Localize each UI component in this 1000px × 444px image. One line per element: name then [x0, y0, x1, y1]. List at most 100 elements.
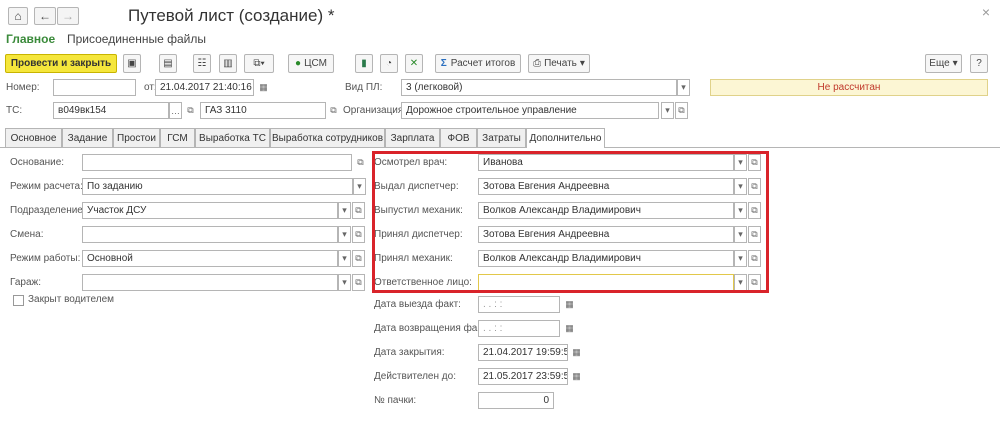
division-field[interactable]: Участок ДСУ [82, 202, 338, 219]
post-button[interactable]: ▤ [159, 54, 177, 73]
shift-label: Смена: [10, 229, 44, 240]
org-field[interactable]: Дорожное строительное управление [401, 102, 659, 119]
tab-additional[interactable]: Дополнительно [526, 128, 605, 148]
garage-open-button[interactable]: ⧉ [352, 274, 365, 291]
org-dropdown-button[interactable]: ▾ [661, 102, 674, 119]
date-field[interactable]: 21.04.2017 21:40:16 [155, 79, 254, 96]
close-button[interactable]: × [982, 4, 990, 20]
org-open-button[interactable]: ⧉ [675, 102, 688, 119]
section-files[interactable]: Присоединенные файлы [67, 32, 206, 46]
arrow-left-icon: ← [39, 9, 51, 23]
calc-totals-button[interactable]: Σ Расчет итогов [435, 54, 521, 73]
page-title: Путевой лист (создание) * [128, 6, 335, 25]
more-button[interactable]: Еще ▾ [925, 54, 962, 73]
tab-task[interactable]: Задание [62, 128, 113, 147]
depart-calendar-button[interactable]: ▦ [563, 296, 576, 313]
ts-open-button[interactable]: ⧉ [184, 102, 197, 119]
print-button[interactable]: ⎙ Печать ▾ [528, 54, 590, 73]
valid-until-field[interactable]: 21.05.2017 23:59:59 [478, 368, 568, 385]
close-date-calendar-button[interactable]: ▦ [570, 344, 583, 361]
chevron-down-icon: ▾ [579, 58, 585, 69]
shift-open-button[interactable]: ⧉ [352, 226, 365, 243]
return-calendar-button[interactable]: ▦ [563, 320, 576, 337]
report-button[interactable]: ▥ [219, 54, 237, 73]
type-label: Вид ПЛ: [345, 82, 383, 93]
arrow-right-icon: → [62, 9, 74, 23]
work-mode-label: Режим работы: [10, 253, 81, 264]
phone-button[interactable]: ▮ [355, 54, 373, 73]
create-based-button[interactable]: ⧉▾ [244, 54, 274, 73]
basis-field[interactable] [82, 154, 352, 171]
tab-fov[interactable]: ФОВ [440, 128, 477, 147]
calendar-icon: ▦ [259, 82, 268, 92]
depart-field[interactable]: . . : : [478, 296, 560, 313]
sigma-icon: Σ [440, 58, 447, 69]
home-button[interactable]: ⌂ [8, 7, 28, 25]
gauge-icon: ◔ [385, 58, 393, 69]
close-date-field[interactable]: 21.04.2017 19:59:59 [478, 344, 568, 361]
shift-dropdown[interactable]: ▾ [338, 226, 351, 243]
print-label: Печать [544, 58, 577, 69]
open-link-icon: ⧉ [678, 105, 685, 115]
open-link-icon: ⧉ [187, 105, 194, 115]
status-badge: Не рассчитан [710, 79, 988, 96]
calc-mode-field[interactable]: По заданию [82, 178, 353, 195]
csm-icon: ● [295, 58, 302, 69]
depart-label: Дата выезда факт: [374, 299, 461, 310]
closed-by-driver-checkbox[interactable] [13, 295, 24, 306]
open-link-icon: ⧉ [355, 229, 362, 239]
open-link-icon: ⧉ [357, 157, 364, 167]
tab-salary[interactable]: Зарплата [385, 128, 440, 147]
tab-employee-output[interactable]: Выработка сотрудников [270, 128, 385, 147]
return-field[interactable]: . . : : [478, 320, 560, 337]
garage-field[interactable] [82, 274, 338, 291]
division-open-button[interactable]: ⧉ [352, 202, 365, 219]
calc-mode-dropdown[interactable]: ▾ [353, 178, 366, 195]
basis-open-button[interactable]: ⧉ [354, 154, 367, 171]
back-button[interactable]: ← [34, 7, 56, 25]
pack-label: № пачки: [374, 395, 417, 406]
calendar-icon: ▦ [565, 299, 574, 309]
structure-button[interactable]: ☷ [193, 54, 211, 73]
closed-by-driver-label: Закрыт водителем [28, 294, 115, 305]
calendar-icon: ▦ [565, 323, 574, 333]
basis-label: Основание: [10, 157, 65, 168]
csm-button[interactable]: ● ЦСМ [288, 54, 334, 73]
ts-field[interactable]: в049вк154 [53, 102, 169, 119]
tab-downtime[interactable]: Простои [113, 128, 160, 147]
number-label: Номер: [6, 82, 40, 93]
work-mode-open-button[interactable]: ⧉ [352, 250, 365, 267]
garage-dropdown[interactable]: ▾ [338, 274, 351, 291]
org-label: Организация: [343, 105, 407, 116]
exchange-button[interactable]: ✕ [405, 54, 423, 73]
document-post-icon: ▤ [163, 58, 173, 69]
type-field[interactable]: 3 (легковой) [401, 79, 677, 96]
calendar-button[interactable]: ▦ [257, 79, 270, 96]
ts-model-open-button[interactable]: ⧉ [327, 102, 340, 119]
gauge-button[interactable]: ◔ [380, 54, 398, 73]
tab-main[interactable]: Основное [5, 128, 62, 147]
type-dropdown-button[interactable]: ▾ [677, 79, 690, 96]
forward-button[interactable]: → [57, 7, 79, 25]
printer-icon: ⎙ [533, 58, 542, 69]
help-button[interactable]: ? [970, 54, 988, 73]
chevron-down-icon: ▾ [342, 229, 347, 239]
tabs-divider [0, 147, 1000, 148]
calendar-icon: ▦ [572, 347, 581, 357]
section-main[interactable]: Главное [6, 32, 55, 46]
shift-field[interactable] [82, 226, 338, 243]
valid-until-calendar-button[interactable]: ▦ [570, 368, 583, 385]
ts-select-button[interactable]: … [169, 102, 182, 119]
save-button[interactable]: ▣ [123, 54, 141, 73]
ts-model-field: ГАЗ 3110 [200, 102, 326, 119]
post-and-close-button[interactable]: Провести и закрыть [5, 54, 117, 73]
tab-costs[interactable]: Затраты [477, 128, 526, 147]
division-dropdown[interactable]: ▾ [338, 202, 351, 219]
work-mode-dropdown[interactable]: ▾ [338, 250, 351, 267]
return-label: Дата возвращения факт: [374, 323, 490, 334]
tab-vehicle-output[interactable]: Выработка ТС [195, 128, 270, 147]
number-field[interactable] [53, 79, 136, 96]
work-mode-field[interactable]: Основной [82, 250, 338, 267]
pack-field[interactable]: 0 [478, 392, 554, 409]
tab-fuel[interactable]: ГСМ [160, 128, 195, 147]
